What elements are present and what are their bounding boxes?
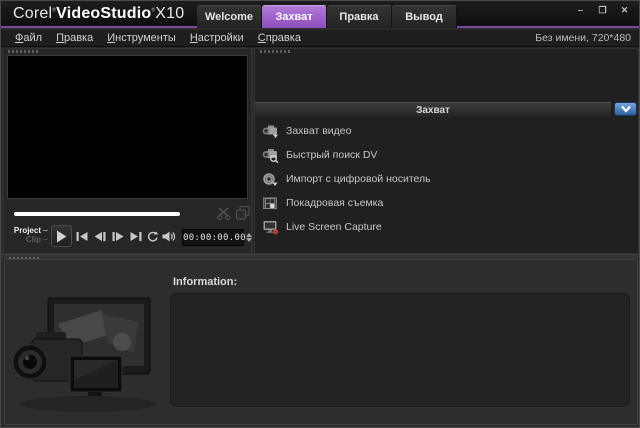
capture-option-label: Live Screen Capture [286, 221, 382, 233]
next-frame-button[interactable] [111, 231, 125, 242]
cut-icon[interactable] [216, 205, 232, 221]
capture-option-label: Покадровая съемка [286, 197, 383, 209]
capture-option-label: Импорт с цифровой носитель [286, 173, 431, 185]
panel-drag-handle[interactable] [260, 50, 290, 53]
capture-option-list: Захват видео Быстрый поиск DV [262, 119, 632, 239]
menu-bar: Файл Правка Инструменты Настройки Справк… [1, 30, 640, 47]
stop-motion-icon [262, 196, 279, 211]
player-panel: Project Clip 00:00: [3, 48, 252, 254]
capture-option-label: Быстрый поиск DV [286, 149, 377, 161]
menu-edit[interactable]: Правка [56, 32, 93, 44]
app-window: Corel®VideoStudio®X10 Welcome Захват Пра… [0, 0, 640, 428]
close-button[interactable]: ✕ [618, 5, 631, 16]
go-to-end-button[interactable] [129, 231, 143, 242]
tab-share[interactable]: Вывод [392, 5, 457, 28]
logo-version: X10 [155, 5, 184, 22]
tab-welcome[interactable]: Welcome [197, 5, 262, 28]
capture-option-label: Захват видео [286, 125, 351, 137]
timecode-field[interactable]: 00:00:00.00 [182, 229, 244, 246]
dv-quick-scan-icon [262, 148, 279, 163]
capture-option-import-digital-media[interactable]: Импорт с цифровой носитель [262, 167, 632, 191]
window-controls: – ❐ ✕ [574, 5, 631, 16]
repeat-button[interactable] [146, 231, 159, 242]
step-tabs: Welcome Захват Правка Вывод [197, 5, 457, 28]
maximize-button[interactable]: ❐ [596, 5, 609, 16]
information-label: Information: [173, 276, 237, 288]
previous-frame-button[interactable] [93, 231, 107, 242]
clip-mode-toggle[interactable]: Clip [8, 235, 48, 244]
capture-panel-title: Захват [255, 102, 611, 117]
import-digital-media-icon [262, 172, 279, 187]
capture-video-icon [262, 124, 279, 139]
timecode-value[interactable]: 00:00:00.00 [183, 233, 246, 243]
tab-capture[interactable]: Захват [262, 5, 327, 28]
timecode-spinner[interactable] [246, 233, 252, 242]
minimize-button[interactable]: – [574, 5, 587, 16]
go-to-start-button[interactable] [75, 231, 89, 242]
play-icon [56, 230, 67, 243]
capture-option-stop-motion[interactable]: Покадровая съемка [262, 191, 632, 215]
capture-option-live-screen-capture[interactable]: Live Screen Capture [262, 215, 632, 239]
live-screen-capture-icon [262, 220, 279, 235]
document-status: Без имени, 720*480 [535, 32, 631, 44]
capture-option-capture-video[interactable]: Захват видео [262, 119, 632, 143]
tab-edit[interactable]: Правка [327, 5, 392, 28]
logo-product: VideoStudio [56, 5, 151, 22]
panel-drag-handle[interactable] [8, 50, 38, 53]
play-button[interactable] [51, 225, 72, 247]
menu-tools[interactable]: Инструменты [107, 32, 176, 44]
menu-file[interactable]: Файл [15, 32, 42, 44]
playback-mode-switch: Project Clip [8, 226, 48, 244]
video-preview [7, 55, 248, 199]
information-box [170, 293, 630, 407]
information-panel: Information: [4, 259, 638, 425]
capture-panel: Захват Захват видео [254, 48, 639, 254]
project-mode-toggle[interactable]: Project [8, 226, 48, 235]
product-illustration [10, 284, 162, 416]
volume-button[interactable] [162, 231, 176, 242]
app-logo: Corel®VideoStudio®X10 [13, 5, 184, 23]
collapse-panel-button[interactable] [614, 102, 637, 116]
scrubber-bar[interactable] [14, 212, 180, 216]
title-bar: Corel®VideoStudio®X10 Welcome Захват Пра… [1, 1, 640, 28]
menu-settings[interactable]: Настройки [190, 32, 244, 44]
capture-option-dv-quick-scan[interactable]: Быстрый поиск DV [262, 143, 632, 167]
logo-brand: Corel [13, 5, 52, 22]
copy-icon[interactable] [235, 205, 251, 221]
menu-help[interactable]: Справка [258, 32, 301, 44]
chevron-down-icon [620, 105, 632, 113]
